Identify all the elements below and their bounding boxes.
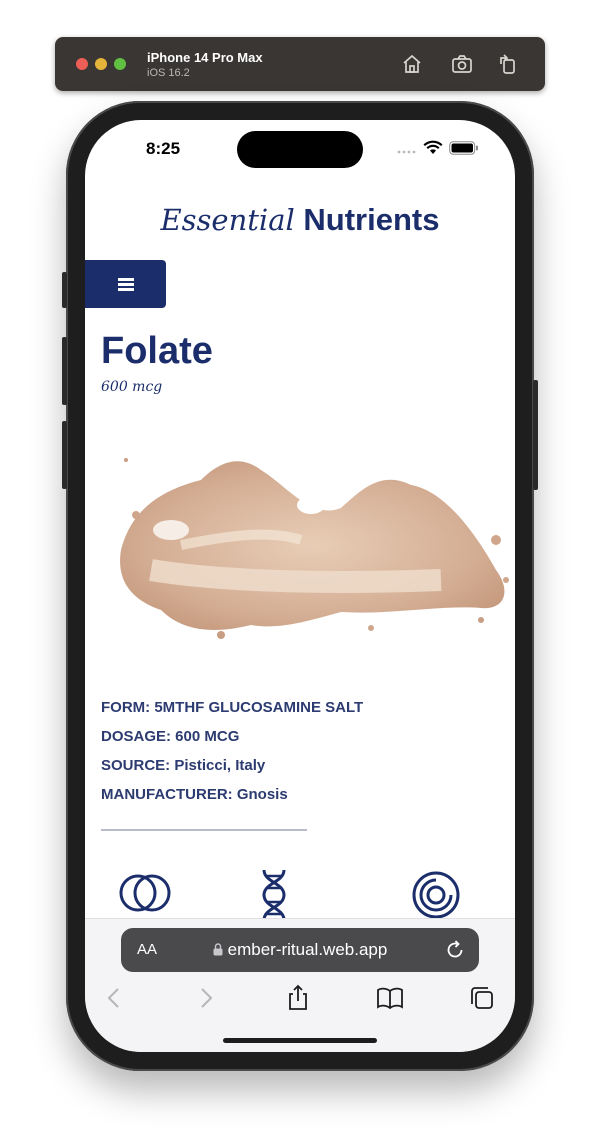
hamburger-icon [117, 276, 134, 293]
logo-word-essential: Essential [160, 203, 295, 237]
close-window-button[interactable] [76, 58, 88, 70]
url-text: ember-ritual.web.app [227, 940, 388, 959]
spec-form: FORM: 5MTHF GLUCOSAMINE SALT [101, 699, 364, 716]
concentric-circles-icon [412, 871, 460, 919]
mute-switch [62, 272, 67, 308]
browser-toolbar: AA ember-ritual.web.app [85, 918, 515, 1052]
logo-word-nutrients: Nutrients [303, 202, 440, 237]
home-icon[interactable] [400, 52, 424, 76]
section-divider [101, 829, 307, 831]
menu-button[interactable] [85, 260, 166, 308]
product-specs: FORM: 5MTHF GLUCOSAMINE SALT DOSAGE: 600… [101, 699, 363, 815]
screenshot-icon[interactable] [450, 52, 474, 76]
powder-image [120, 458, 509, 639]
rotate-icon[interactable] [496, 52, 520, 76]
zoom-window-button[interactable] [114, 58, 126, 70]
volume-down-button [62, 421, 67, 489]
forward-icon[interactable] [191, 983, 221, 1013]
os-version: iOS 16.2 [147, 67, 190, 79]
battery-icon [449, 140, 479, 160]
spec-dosage: DOSAGE: 600 MCG [101, 728, 240, 745]
bookmarks-icon[interactable] [375, 983, 405, 1013]
site-logo[interactable]: Essential Nutrients [85, 202, 515, 238]
tabs-icon[interactable] [467, 983, 497, 1013]
simulator-titlebar: iPhone 14 Pro Max iOS 16.2 [55, 37, 545, 91]
share-icon[interactable] [283, 983, 313, 1013]
power-button [533, 380, 538, 490]
back-icon[interactable] [99, 983, 129, 1013]
address-bar[interactable]: AA ember-ritual.web.app [121, 928, 479, 972]
wifi-icon [423, 140, 443, 160]
dynamic-island [237, 131, 363, 168]
product-title: Folate [101, 330, 213, 372]
lock-icon [213, 943, 223, 956]
status-icons [397, 140, 479, 160]
device-name: iPhone 14 Pro Max [147, 50, 263, 65]
minimize-window-button[interactable] [95, 58, 107, 70]
spec-source: SOURCE: Pisticci, Italy [101, 757, 266, 774]
url-display[interactable]: ember-ritual.web.app [121, 940, 479, 960]
reload-icon[interactable] [443, 938, 467, 962]
signal-icon [397, 141, 417, 159]
dna-icon [262, 870, 286, 920]
status-time: 8:25 [146, 139, 181, 158]
spec-manufacturer: MANUFACTURER: Gnosis [101, 786, 288, 803]
overlapping-circles-icon [119, 874, 171, 912]
volume-up-button [62, 337, 67, 405]
product-amount: 600 mcg [101, 379, 163, 395]
home-indicator[interactable] [223, 1038, 377, 1043]
phone-screen: 8:25 Essential Nutrients Folate 600 mcg [85, 120, 515, 1052]
